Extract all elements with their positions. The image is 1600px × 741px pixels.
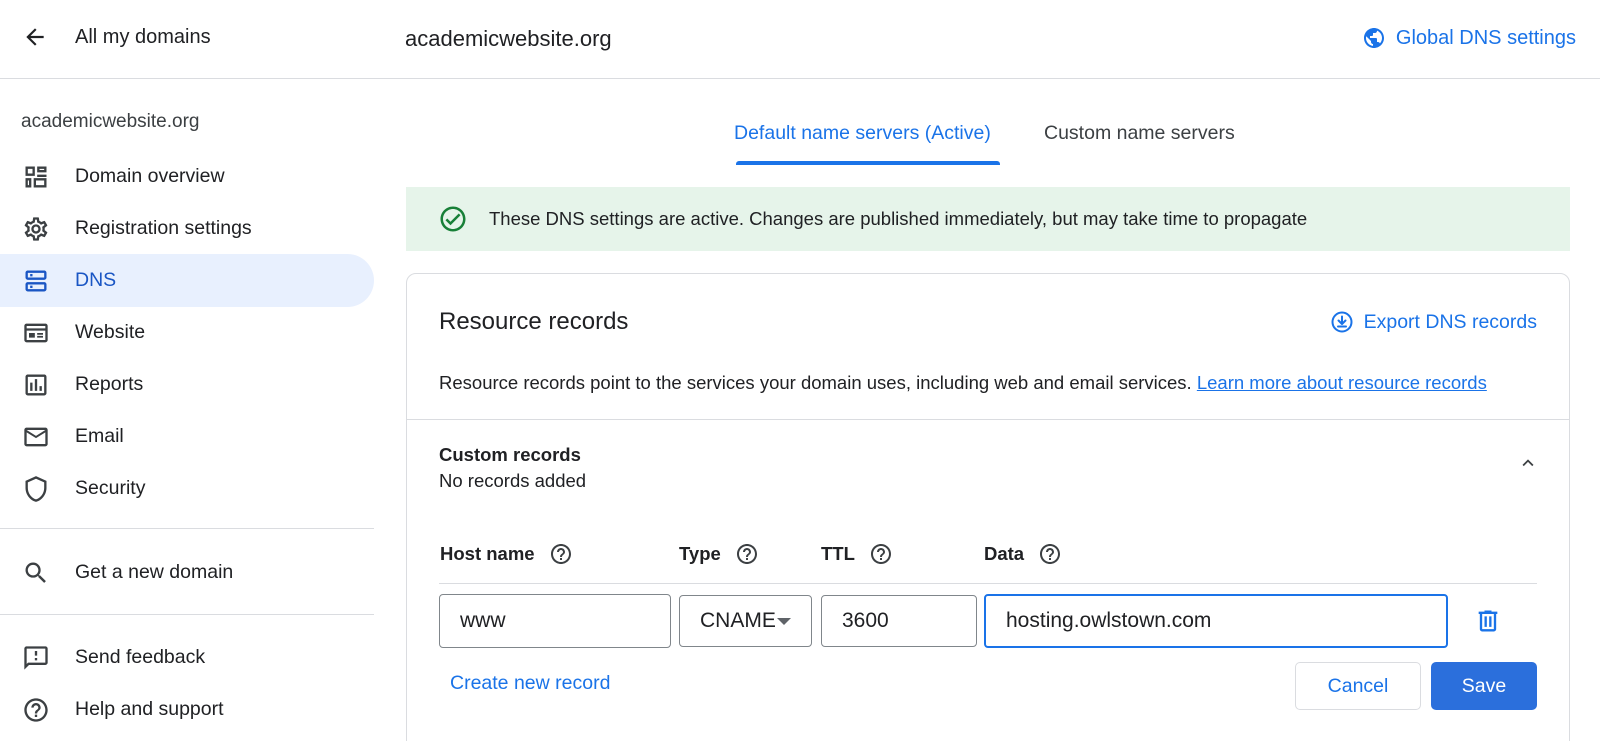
custom-records-subtitle: No records added: [439, 470, 587, 491]
shield-icon: [22, 475, 50, 503]
sidebar-domain: academicwebsite.org: [21, 111, 200, 132]
sidebar-item-domain-overview[interactable]: Domain overview: [0, 150, 374, 203]
data-input[interactable]: hosting.owlstown.com: [984, 594, 1448, 648]
active-tab-indicator: [736, 161, 1000, 165]
sidebar-divider: [0, 528, 374, 529]
sidebar-item-label: Email: [75, 425, 124, 447]
export-label: Export DNS records: [1363, 310, 1537, 333]
ttl-value: 3600: [842, 609, 889, 632]
create-new-record-link[interactable]: Create new record: [450, 672, 610, 695]
custom-records-title: Custom records: [439, 444, 581, 465]
cancel-button[interactable]: Cancel: [1295, 662, 1421, 710]
column-header-data: Data: [984, 542, 1062, 566]
help-circle-icon[interactable]: [869, 542, 893, 566]
export-dns-records-button[interactable]: Export DNS records: [1330, 310, 1537, 334]
sidebar-item-get-new-domain[interactable]: Get a new domain: [0, 546, 374, 599]
column-label: Data: [984, 543, 1025, 564]
resource-records-title: Resource records: [439, 308, 629, 335]
chevron-up-icon[interactable]: [1513, 448, 1543, 478]
sidebar-divider: [0, 614, 374, 615]
top-bar: All my domains academicwebsite.org Globa…: [0, 0, 1600, 79]
column-header-ttl: TTL: [821, 542, 893, 566]
all-domains-link[interactable]: All my domains: [75, 26, 211, 49]
help-icon: [22, 696, 50, 724]
save-button[interactable]: Save: [1431, 662, 1537, 710]
sidebar-item-security[interactable]: Security: [0, 462, 374, 515]
sidebar-item-help-support[interactable]: Help and support: [0, 683, 374, 736]
sidebar-item-label: Registration settings: [75, 217, 252, 239]
help-circle-icon[interactable]: [1038, 542, 1062, 566]
global-dns-label: Global DNS settings: [1395, 26, 1576, 49]
reports-icon: [22, 371, 50, 399]
learn-more-link[interactable]: Learn more about resource records: [1197, 372, 1487, 393]
trash-icon[interactable]: [1471, 604, 1505, 638]
column-label: TTL: [821, 543, 855, 564]
sidebar-item-reports[interactable]: Reports: [0, 358, 374, 411]
host-name-value: www: [460, 609, 506, 632]
column-header-type: Type: [679, 542, 759, 566]
sidebar-item-label: Website: [75, 321, 146, 343]
column-label: Type: [679, 543, 721, 564]
tab-default-name-servers[interactable]: Default name servers (Active): [734, 122, 991, 145]
page-title: academicwebsite.org: [405, 26, 612, 51]
back-arrow-icon[interactable]: [20, 22, 50, 52]
dashboard-icon: [22, 163, 50, 191]
gear-icon: [22, 215, 50, 243]
header-divider: [439, 583, 1537, 584]
globe-icon: [1362, 26, 1386, 50]
mail-icon: [22, 423, 50, 451]
banner-text: These DNS settings are active. Changes a…: [489, 208, 1308, 229]
sidebar-item-label: Help and support: [75, 698, 224, 720]
sidebar-item-label: DNS: [75, 269, 117, 291]
resource-records-description: Resource records point to the services y…: [439, 372, 1487, 394]
help-circle-icon[interactable]: [549, 542, 573, 566]
description-text: Resource records point to the services y…: [439, 372, 1192, 393]
sidebar-item-send-feedback[interactable]: Send feedback: [0, 631, 374, 684]
type-select[interactable]: CNAME: [679, 595, 812, 647]
sidebar-item-label: Security: [75, 477, 146, 499]
tab-custom-name-servers[interactable]: Custom name servers: [1044, 122, 1235, 145]
search-icon: [22, 559, 50, 587]
sidebar-item-dns[interactable]: DNS: [0, 254, 374, 307]
help-circle-icon[interactable]: [735, 542, 759, 566]
name-server-tabs: Default name servers (Active) Custom nam…: [406, 108, 1570, 166]
dropdown-arrow-icon: [777, 618, 791, 625]
sidebar-item-label: Reports: [75, 373, 144, 395]
status-banner: These DNS settings are active. Changes a…: [406, 187, 1570, 251]
check-circle-icon: [438, 204, 468, 234]
download-icon: [1330, 310, 1354, 334]
global-dns-settings-link[interactable]: Global DNS settings: [1362, 26, 1576, 50]
data-value: hosting.owlstown.com: [1006, 609, 1212, 632]
sidebar-item-label: Get a new domain: [75, 561, 234, 583]
sidebar-item-label: Send feedback: [75, 646, 206, 668]
sidebar-item-website[interactable]: Website: [0, 306, 374, 359]
type-value: CNAME: [700, 609, 776, 632]
card-divider: [407, 419, 1569, 420]
dns-icon: [22, 267, 50, 295]
column-label: Host name: [440, 543, 535, 564]
sidebar-item-registration-settings[interactable]: Registration settings: [0, 202, 374, 255]
ttl-input[interactable]: 3600: [821, 595, 977, 647]
sidebar: academicwebsite.org Domain overview Regi…: [0, 79, 374, 741]
sidebar-item-label: Domain overview: [75, 165, 225, 187]
website-icon: [22, 319, 50, 347]
column-header-host-name: Host name: [440, 542, 573, 566]
feedback-icon: [22, 644, 50, 672]
host-name-input[interactable]: www: [439, 594, 671, 648]
sidebar-item-email[interactable]: Email: [0, 410, 374, 463]
resource-records-card: Resource records Export DNS records Reso…: [406, 273, 1570, 741]
